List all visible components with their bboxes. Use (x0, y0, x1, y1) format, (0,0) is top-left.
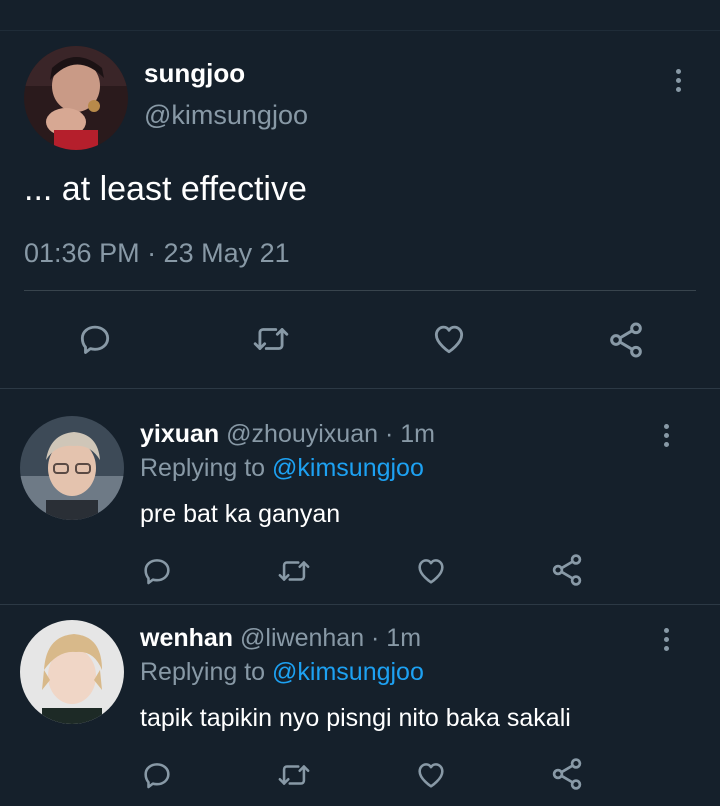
share-button[interactable] (606, 320, 646, 360)
heart-icon (418, 763, 444, 788)
reply-author-name[interactable]: yixuan (140, 420, 219, 448)
reply-author-name[interactable]: wenhan (140, 624, 233, 652)
reply-button[interactable] (140, 758, 174, 792)
main-more-options-icon[interactable] (663, 60, 693, 100)
share-button[interactable] (549, 552, 585, 588)
main-tweet-timestamp[interactable]: 01:36 PM · 23 May 21 (24, 238, 290, 269)
retweet-arrows-icon (278, 561, 310, 581)
speech-bubble-icon (144, 763, 170, 789)
replying-to-line: Replying to @kimsungjoo (140, 658, 424, 687)
dot (675, 77, 681, 83)
main-author-avatar[interactable] (24, 46, 128, 150)
replying-to-line: Replying to @kimsungjoo (140, 454, 424, 483)
reply-button[interactable] (140, 554, 174, 588)
mention-link[interactable]: @kimsungjoo (272, 658, 424, 686)
like-button[interactable] (413, 554, 449, 588)
main-tweet-text: ... at least effective (24, 170, 307, 208)
dot (663, 441, 669, 447)
like-button[interactable] (429, 320, 469, 358)
dot (663, 627, 669, 633)
retweet-arrows-icon (253, 328, 289, 350)
mention-link[interactable]: @kimsungjoo (272, 454, 424, 482)
main-author-handle[interactable]: @kimsungjoo (144, 100, 308, 131)
reply-more-options-icon[interactable] (651, 415, 681, 455)
like-button[interactable] (413, 758, 449, 792)
dot (675, 86, 681, 92)
reply-header: yixuan @zhouyixuan · 1m (140, 420, 435, 449)
retweet-button[interactable] (275, 758, 313, 792)
speech-bubble-icon (144, 559, 170, 585)
speech-bubble-icon (80, 325, 110, 354)
reply-button[interactable] (76, 320, 114, 358)
retweet-arrows-icon (278, 765, 310, 785)
reply-author-handle[interactable]: @liwenhan · 1m (240, 624, 421, 652)
replying-to-label: Replying to (140, 454, 273, 482)
share-nodes-icon (610, 322, 642, 358)
reply-author-avatar[interactable] (20, 416, 124, 520)
main-divider (24, 290, 696, 291)
retweet-button[interactable] (250, 320, 292, 358)
heart-icon (418, 559, 444, 584)
top-divider (0, 30, 720, 31)
reply-text: tapik tapikin nyo pisngi nito baka sakal… (140, 704, 571, 732)
dot (663, 645, 669, 651)
replying-to-label: Replying to (140, 658, 273, 686)
share-button[interactable] (549, 756, 585, 792)
share-nodes-icon (552, 758, 582, 790)
dot (675, 68, 681, 74)
main-author-name[interactable]: sungjoo (144, 58, 245, 89)
retweet-button[interactable] (275, 554, 313, 588)
reply-header: wenhan @liwenhan · 1m (140, 624, 421, 653)
dot (663, 636, 669, 642)
heart-icon (434, 325, 464, 354)
reply-more-options-icon[interactable] (651, 619, 681, 659)
dot (663, 423, 669, 429)
reply-text: pre bat ka ganyan (140, 500, 341, 528)
reply-author-avatar[interactable] (20, 620, 124, 724)
section-divider (0, 388, 720, 389)
share-nodes-icon (552, 554, 582, 586)
dot (663, 432, 669, 438)
reply-author-handle[interactable]: @zhouyixuan · 1m (226, 420, 435, 448)
reply-divider (0, 604, 720, 605)
